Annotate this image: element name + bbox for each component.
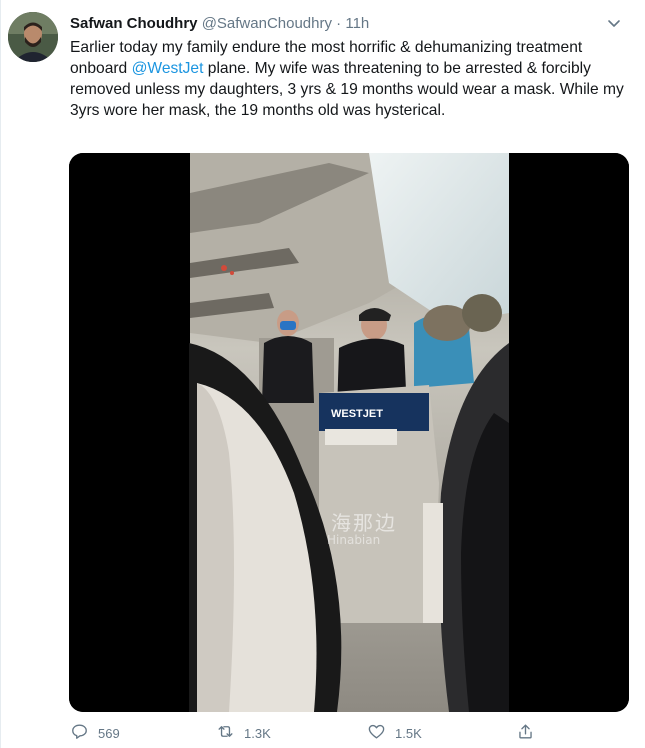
- author-display-name[interactable]: Safwan Choudhry: [70, 15, 198, 32]
- tweet-text: Earlier today my family endure the most …: [70, 37, 630, 121]
- retweet-button[interactable]: 1.3K: [216, 722, 271, 744]
- watermark-latin: Hinabian: [327, 533, 381, 547]
- timeline-divider: [0, 0, 1, 748]
- chevron-down-icon[interactable]: [603, 13, 625, 35]
- author-handle[interactable]: @SafwanChoudhry: [202, 15, 332, 32]
- like-button[interactable]: 1.5K: [367, 722, 422, 744]
- seatback-brand-label: WESTJET: [331, 408, 383, 420]
- share-icon: [516, 722, 535, 744]
- tweet[interactable]: Safwan Choudhry @SafwanChoudhry · 11h Ea…: [0, 0, 645, 748]
- reply-count: 569: [98, 725, 120, 741]
- tweet-timestamp[interactable]: 11h: [345, 15, 369, 32]
- mention-link[interactable]: @WestJet: [132, 60, 204, 77]
- reply-button[interactable]: 569: [70, 722, 120, 744]
- share-button[interactable]: [516, 722, 535, 744]
- reply-icon: [70, 722, 89, 744]
- retweet-count: 1.3K: [244, 725, 271, 741]
- like-count: 1.5K: [395, 725, 422, 741]
- retweet-icon: [216, 722, 235, 744]
- action-bar: 569 1.3K 1.5K: [70, 722, 540, 744]
- heart-icon: [367, 722, 386, 744]
- video-player[interactable]: WESTJET 海那边 Hinabian: [69, 153, 629, 712]
- watermark-chinese: 海那边: [331, 511, 397, 535]
- avatar[interactable]: [8, 12, 58, 62]
- header-separator: ·: [336, 15, 342, 32]
- tweet-header: Safwan Choudhry @SafwanChoudhry · 11h: [70, 13, 629, 35]
